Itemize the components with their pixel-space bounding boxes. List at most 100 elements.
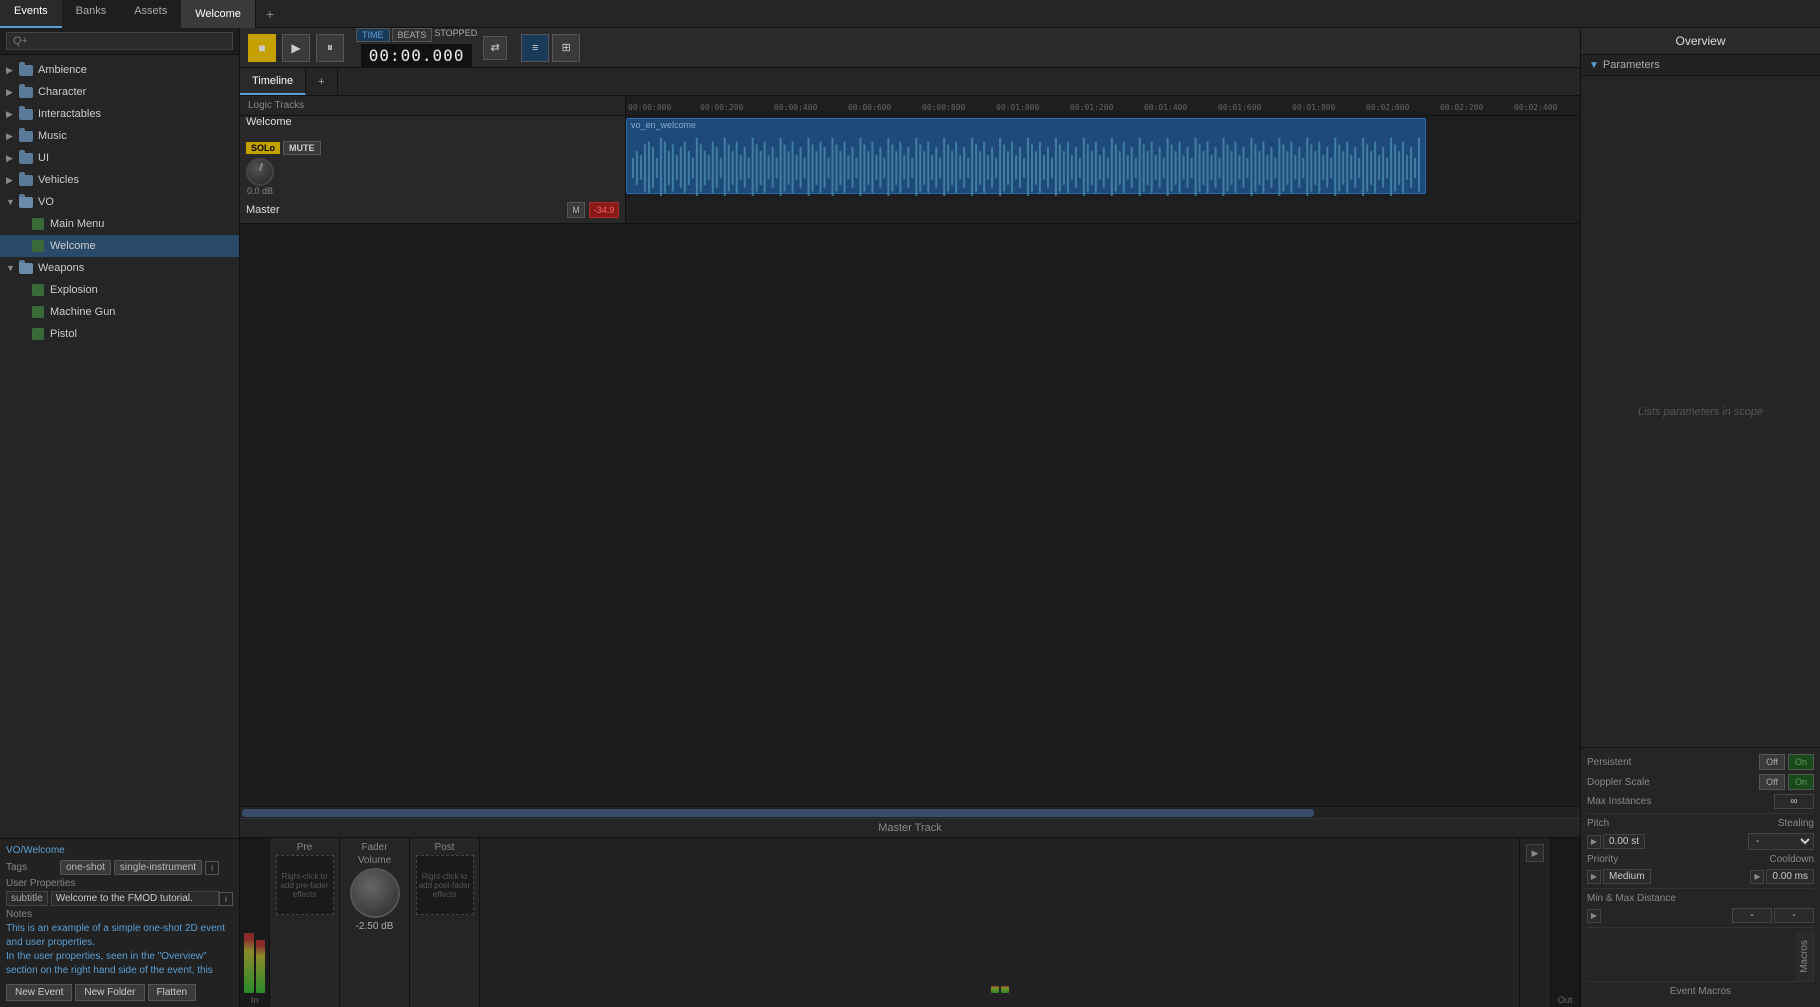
pause-button[interactable]: ⏸ [316, 34, 344, 62]
post-insert-box[interactable]: Right-click to add post-fader effects [416, 855, 474, 915]
fader-knob[interactable] [350, 868, 400, 918]
sidebar-item-pistol[interactable]: Pistol [0, 323, 239, 345]
tab-add-timeline[interactable]: + [306, 68, 337, 95]
view-grid-button[interactable]: ⊞ [552, 34, 580, 62]
search-input[interactable] [6, 32, 233, 50]
timeline-tabs: Timeline + [240, 68, 1580, 96]
sidebar-item-ambience[interactable]: ▶ Ambience [0, 59, 239, 81]
label-music: Music [38, 130, 233, 142]
macros-tab[interactable]: Macros [1796, 932, 1814, 981]
loop-button[interactable]: ⇄ [483, 36, 507, 60]
tab-timeline[interactable]: Timeline [240, 68, 306, 95]
persistent-off-btn[interactable]: Off [1759, 754, 1785, 770]
sidebar-item-interactables[interactable]: ▶ Interactables [0, 103, 239, 125]
pitch-play-btn[interactable]: ▶ [1587, 835, 1601, 849]
persistent-on-btn[interactable]: On [1788, 754, 1814, 770]
flatten-button[interactable]: Flatten [148, 984, 197, 1001]
max-distance-value[interactable]: - [1774, 908, 1814, 923]
timeline-scrollbar[interactable] [240, 806, 1580, 818]
event-icon-main-menu [30, 216, 46, 232]
tab-events[interactable]: Events [0, 0, 62, 28]
mute-button[interactable]: MUTE [283, 141, 321, 155]
min-distance-value[interactable]: - [1732, 908, 1772, 923]
distance-play-btn[interactable]: ▶ [1587, 909, 1601, 923]
pre-insert-box[interactable]: Right-click to add pre-fader effects [276, 855, 334, 915]
persistent-controls: Off On [1759, 754, 1814, 770]
tab-banks[interactable]: Banks [62, 0, 121, 28]
svg-text:00:01:800: 00:01:800 [1292, 103, 1336, 112]
pre-label: Pre [297, 842, 313, 853]
new-event-button[interactable]: New Event [6, 984, 72, 1001]
folder-icon-interactables [18, 106, 34, 122]
tab-assets[interactable]: Assets [120, 0, 181, 28]
sidebar-item-vehicles[interactable]: ▶ Vehicles [0, 169, 239, 191]
tab-add[interactable]: + [256, 2, 284, 26]
new-folder-button[interactable]: New Folder [75, 984, 144, 1001]
solo-button[interactable]: SOLo [246, 142, 280, 154]
fader-label: Fader [361, 842, 387, 853]
pitch-value[interactable]: 0.00 st [1603, 834, 1645, 849]
max-instances-value[interactable]: ∞ [1774, 794, 1814, 809]
tab-welcome[interactable]: Welcome [181, 0, 256, 28]
welcome-track-controls: Welcome SOLo MUTE 0.0 dB [240, 116, 626, 196]
doppler-on-btn[interactable]: On [1788, 774, 1814, 790]
user-prop-info-icon[interactable]: i [219, 892, 233, 906]
empty-track-area[interactable] [240, 224, 1580, 806]
persistent-label: Persistent [1587, 757, 1631, 768]
sidebar-item-welcome[interactable]: Welcome [0, 235, 239, 257]
tag-info-icon[interactable]: i [205, 861, 219, 875]
parameters-header: ▼ Parameters [1581, 55, 1820, 76]
stealing-label: Stealing [1778, 818, 1814, 829]
cooldown-value[interactable]: 0.00 ms [1766, 869, 1814, 884]
vu-bar-l [244, 933, 254, 993]
welcome-track-content[interactable]: vo_en_welcome [626, 116, 1580, 196]
tag-one-shot[interactable]: one-shot [60, 860, 111, 875]
time-mode-beats[interactable]: BEATS [392, 28, 433, 42]
label-main-menu: Main Menu [50, 218, 233, 230]
view-list-button[interactable]: ≡ [521, 34, 549, 62]
time-mode-time[interactable]: TIME [356, 28, 390, 42]
svg-text:00:02:000: 00:02:000 [1366, 103, 1410, 112]
clip-label: vo_en_welcome [627, 119, 1425, 131]
track-area: Logic Tracks 00:00:000 00:00:200 00:00:4… [240, 96, 1580, 818]
scrollbar-thumb[interactable] [242, 809, 1314, 817]
persistent-row: Persistent Off On [1587, 754, 1814, 770]
pitch-stealing-row: Pitch Stealing [1587, 818, 1814, 829]
sidebar-item-character[interactable]: ▶ Character [0, 81, 239, 103]
sidebar-item-vo[interactable]: ▼ VO [0, 191, 239, 213]
vu-bars-left [240, 838, 269, 993]
preview-play-button[interactable]: ▶ [1526, 844, 1544, 862]
tag-single-instrument[interactable]: single-instrument [114, 860, 202, 875]
master-mute-button[interactable]: M [567, 202, 585, 218]
sidebar-item-music[interactable]: ▶ Music [0, 125, 239, 147]
user-prop-value: Welcome to the FMOD tutorial. [51, 891, 219, 906]
cooldown-play-btn[interactable]: ▶ [1750, 870, 1764, 884]
sidebar-item-machine-gun[interactable]: Machine Gun [0, 301, 239, 323]
master-track-label-bar: Master Track [240, 818, 1580, 837]
arrow-character: ▶ [6, 87, 18, 98]
doppler-controls: Off On [1759, 774, 1814, 790]
sidebar-item-main-menu[interactable]: Main Menu [0, 213, 239, 235]
welcome-track-row: Welcome SOLo MUTE 0.0 dB vo_en_welcome [240, 116, 1580, 196]
master-level-display[interactable]: -34.9 [589, 202, 619, 218]
master-track-content[interactable] [626, 196, 1580, 223]
volume-knob[interactable] [246, 158, 274, 186]
doppler-off-btn[interactable]: Off [1759, 774, 1785, 790]
stealing-select[interactable]: - Oldest Quietest None [1748, 833, 1814, 850]
params-label: Parameters [1603, 59, 1660, 71]
priority-play-btn[interactable]: ▶ [1587, 870, 1601, 884]
params-expand-icon[interactable]: ▼ [1589, 60, 1599, 71]
arrow-vehicles: ▶ [6, 175, 18, 186]
main-layout: ▶ Ambience ▶ Character ▶ Interactables ▶… [0, 28, 1820, 1007]
sidebar-item-explosion[interactable]: Explosion [0, 279, 239, 301]
sidebar-item-weapons[interactable]: ▼ Weapons [0, 257, 239, 279]
sidebar-item-ui[interactable]: ▶ UI [0, 147, 239, 169]
svg-text:00:01:600: 00:01:600 [1218, 103, 1262, 112]
priority-value[interactable]: Medium [1603, 869, 1651, 884]
mixer-volume-vu [480, 838, 1519, 1007]
audio-clip-welcome[interactable]: vo_en_welcome [626, 118, 1426, 194]
stop-button[interactable]: ■ [248, 34, 276, 62]
play-button[interactable]: ▶ [282, 34, 310, 62]
label-welcome: Welcome [50, 240, 233, 252]
user-prop-key: subtitle [6, 891, 48, 906]
